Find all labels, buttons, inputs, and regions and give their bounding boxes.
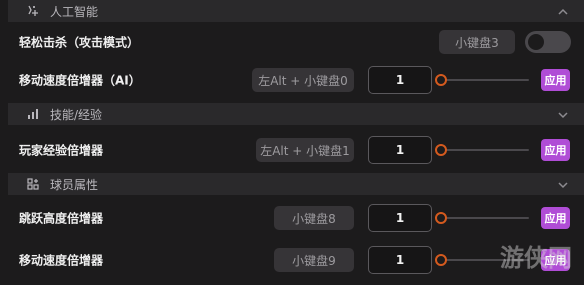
slider-track — [441, 217, 529, 219]
slider-thumb[interactable] — [435, 212, 447, 224]
option-label: 移动速度倍增器 — [19, 253, 104, 268]
toggle-knob — [528, 34, 544, 50]
option-row-easy-kill: 轻松击杀（攻击模式） 小键盘3 — [8, 24, 584, 60]
option-label: 跳跃高度倍增器 — [19, 211, 104, 226]
hotkey-badge[interactable]: 小键盘9 — [274, 248, 354, 272]
option-label: 轻松击杀（攻击模式） — [19, 35, 140, 50]
slider-thumb[interactable] — [435, 144, 447, 156]
option-row-move-speed: 移动速度倍增器 小键盘9 1 应用 — [8, 242, 584, 278]
apply-button[interactable]: 应用 — [541, 69, 570, 91]
value-input[interactable]: 1 — [368, 246, 432, 274]
slider-track — [441, 149, 529, 151]
hotkey-badge[interactable]: 小键盘3 — [439, 30, 515, 54]
chevron-up-icon[interactable] — [556, 4, 570, 18]
hotkey-badge[interactable]: 左Alt + 小键盘0 — [252, 68, 354, 92]
slider-track — [441, 79, 529, 81]
section-header-ai[interactable]: 人工智能 — [8, 0, 584, 22]
option-row-ai-move-speed: 移动速度倍增器（AI） 左Alt + 小键盘0 1 应用 — [8, 62, 584, 98]
option-label: 玩家经验倍增器 — [19, 143, 104, 158]
hotkey-badge[interactable]: 小键盘8 — [274, 206, 354, 230]
option-row-jump-height: 跳跃高度倍增器 小键盘8 1 应用 — [8, 200, 584, 236]
apply-button[interactable]: 应用 — [541, 207, 570, 229]
option-row-player-xp: 玩家经验倍增器 左Alt + 小键盘1 1 应用 — [8, 132, 584, 168]
attributes-icon — [26, 177, 40, 191]
value-input[interactable]: 1 — [368, 66, 432, 94]
toggle-switch[interactable] — [525, 31, 571, 53]
value-input[interactable]: 1 — [368, 204, 432, 232]
value-slider[interactable] — [435, 144, 529, 156]
option-label: 移动速度倍增器（AI） — [19, 73, 141, 88]
svg-text:游侠网: 游侠网 — [500, 244, 572, 272]
value-slider[interactable] — [435, 74, 529, 86]
chevron-down-icon[interactable] — [556, 177, 570, 191]
site-watermark-logo: 游侠网 — [500, 236, 578, 276]
ai-sparkle-icon — [26, 4, 40, 18]
value-input[interactable]: 1 — [368, 136, 432, 164]
section-header-attributes[interactable]: 球员属性 — [8, 173, 584, 195]
slider-thumb[interactable] — [435, 74, 447, 86]
chevron-down-icon[interactable] — [556, 107, 570, 121]
apply-button[interactable]: 应用 — [541, 139, 570, 161]
section-title: 技能/经验 — [50, 107, 103, 122]
value-slider[interactable] — [435, 212, 529, 224]
hotkey-badge[interactable]: 左Alt + 小键盘1 — [256, 138, 354, 162]
bar-chart-icon — [26, 107, 40, 121]
section-header-skills[interactable]: 技能/经验 — [8, 103, 584, 125]
section-title: 球员属性 — [50, 177, 99, 192]
section-title: 人工智能 — [50, 4, 99, 19]
slider-thumb[interactable] — [435, 254, 447, 266]
